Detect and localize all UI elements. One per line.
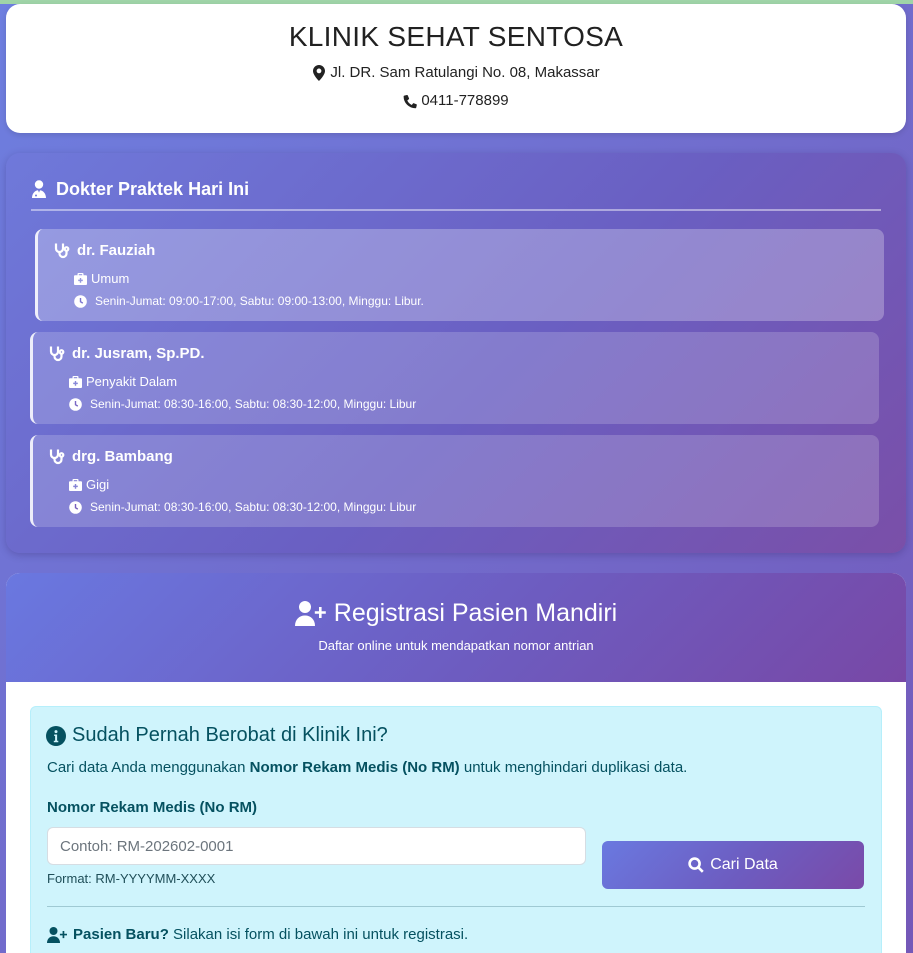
clinic-phone-line: 0411-778899 [6,92,906,109]
rm-format-hint: Format: RM-YYYYMM-XXXX [47,871,216,886]
briefcase-medical-icon [69,478,82,491]
search-data-button-label: Cari Data [710,856,778,873]
new-patient-instruction: Silakan isi form di bawah ini untuk regi… [168,926,469,943]
doctor-specialty-row: Umum [74,271,129,286]
registration-subtitle: Daftar online untuk mendapatkan nomor an… [318,638,594,653]
doctors-title-label: Dokter Praktek Hari Ini [56,178,250,199]
doctors-divider [31,209,881,211]
clock-icon [74,294,87,308]
stethoscope-icon [54,243,70,259]
doctor-schedule-row: Senin-Jumat: 08:30-16:00, Sabtu: 08:30-1… [69,397,416,411]
registration-panel: Registrasi Pasien Mandiri Daftar online … [6,573,906,953]
map-marker-icon [313,64,326,81]
rm-field-label: Nomor Rekam Medis (No RM) [47,799,258,816]
returning-patient-alert: Sudah Pernah Berobat di Klinik Ini? Cari… [30,706,882,953]
clinic-header: KLINIK SEHAT SENTOSA Jl. DR. Sam Ratulan… [6,4,906,133]
search-icon [688,857,704,873]
alert-divider [47,906,865,907]
rm-number-input[interactable] [47,827,586,865]
new-patient-text: Pasien Baru? Silakan isi form di bawah i… [73,926,468,943]
doctor-card: dr. Jusram, Sp.PD. Penyakit Dalam Senin-… [30,332,879,424]
clinic-name: KLINIK SEHAT SENTOSA [288,21,624,52]
description-prefix: Cari data Anda menggunakan [47,759,250,776]
registration-title: Registrasi Pasien Mandiri [6,599,906,628]
doctor-name: dr. Jusram, Sp.PD. [72,345,205,362]
user-doctor-icon [32,180,46,198]
doctor-schedule: Senin-Jumat: 08:30-16:00, Sabtu: 08:30-1… [90,397,417,411]
doctor-name-row: drg. Bambang [48,448,173,465]
doctor-schedule: Senin-Jumat: 09:00-17:00, Sabtu: 09:00-1… [95,294,424,308]
user-plus-icon [47,926,67,943]
doctor-specialty-row: Penyakit Dalam [69,374,177,389]
stethoscope-icon [49,346,65,362]
doctors-title: Dokter Praktek Hari Ini [31,177,249,201]
new-patient-bold: Pasien Baru? [73,926,169,943]
doctor-schedule-row: Senin-Jumat: 09:00-17:00, Sabtu: 09:00-1… [74,294,424,308]
info-circle-icon [46,725,66,746]
doctors-today-panel: Dokter Praktek Hari Ini dr. Fauziah Umum… [6,153,906,553]
clinic-address: Jl. DR. Sam Ratulangi No. 08, Makassar [330,64,600,81]
clock-icon [69,500,82,514]
doctor-schedule-row: Senin-Jumat: 08:30-16:00, Sabtu: 08:30-1… [69,500,416,514]
search-data-button[interactable]: Cari Data [602,841,864,889]
description-suffix: untuk menghindari duplikasi data. [459,759,688,776]
registration-title-label: Registrasi Pasien Mandiri [333,599,618,627]
returning-patient-title-label: Sudah Pernah Berobat di Klinik Ini? [72,724,388,746]
doctor-specialty: Umum [91,271,130,286]
phone-icon [403,94,418,108]
doctor-card: drg. Bambang Gigi Senin-Jumat: 08:30-16:… [30,435,879,527]
clinic-phone: 0411-778899 [421,92,509,109]
returning-patient-description: Cari data Anda menggunakan Nomor Rekam M… [47,759,687,776]
stethoscope-icon [49,449,65,465]
registration-header: Registrasi Pasien Mandiri Daftar online … [6,573,906,682]
doctor-card: dr. Fauziah Umum Senin-Jumat: 09:00-17:0… [35,229,884,321]
clock-icon [69,397,82,411]
doctor-name: dr. Fauziah [77,242,156,259]
doctor-name-row: dr. Fauziah [53,242,155,259]
user-plus-icon [294,601,326,626]
briefcase-medical-icon [69,375,82,388]
doctor-name-row: dr. Jusram, Sp.PD. [48,345,205,362]
returning-patient-title: Sudah Pernah Berobat di Klinik Ini? [46,724,388,747]
doctor-name: drg. Bambang [72,448,173,465]
doctor-specialty: Penyakit Dalam [86,374,178,389]
briefcase-medical-icon [74,272,87,285]
doctor-specialty-row: Gigi [69,477,109,492]
description-bold: Nomor Rekam Medis (No RM) [249,759,460,776]
doctor-schedule: Senin-Jumat: 08:30-16:00, Sabtu: 08:30-1… [90,500,417,514]
new-patient-note: Pasien Baru? Silakan isi form di bawah i… [47,926,468,943]
clinic-address-line: Jl. DR. Sam Ratulangi No. 08, Makassar [6,64,906,81]
doctor-specialty: Gigi [86,477,110,492]
